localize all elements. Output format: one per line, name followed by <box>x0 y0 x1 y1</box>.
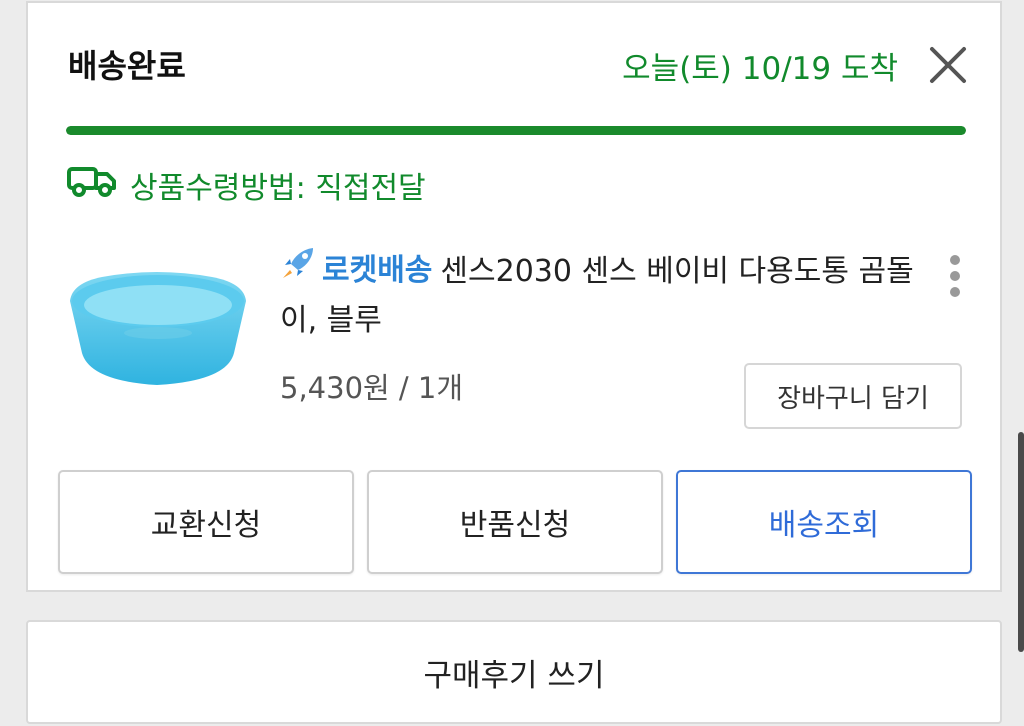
product-price-quantity: 5,430원 / 1개 <box>280 371 464 405</box>
receive-method: 상품수령방법: 직접전달 <box>66 163 426 207</box>
rocket-delivery-badge: 로켓배송 <box>280 245 432 296</box>
order-card: 배송완료 오늘(토) 10/19 도착 상품수령방법: 직접전달 로켓배송 센스… <box>26 1 1002 592</box>
product-title[interactable]: 로켓배송 센스2030 센스 베이비 다용도통 곰돌이, 블루 <box>280 245 920 345</box>
arrival-date: 오늘(토) 10/19 도착 <box>622 51 898 87</box>
return-request-button[interactable]: 반품신청 <box>367 470 663 574</box>
truck-icon <box>66 165 130 205</box>
product-image[interactable] <box>62 253 252 393</box>
write-review-button[interactable]: 구매후기 쓰기 <box>26 620 1002 724</box>
more-vertical-icon[interactable] <box>944 255 966 303</box>
rocket-icon <box>280 245 322 296</box>
track-delivery-button[interactable]: 배송조회 <box>676 470 972 574</box>
receive-method-label: 상품수령방법: 직접전달 <box>130 171 426 206</box>
rocket-badge-label: 로켓배송 <box>322 253 433 288</box>
exchange-request-button[interactable]: 교환신청 <box>58 470 354 574</box>
delivery-status: 배송완료 <box>68 47 186 85</box>
delivery-progress-fill <box>66 126 966 135</box>
scrollbar[interactable] <box>1018 432 1024 652</box>
add-to-cart-button[interactable]: 장바구니 담기 <box>744 363 962 429</box>
close-icon[interactable] <box>926 43 970 87</box>
delivery-progress-bar <box>66 126 966 135</box>
